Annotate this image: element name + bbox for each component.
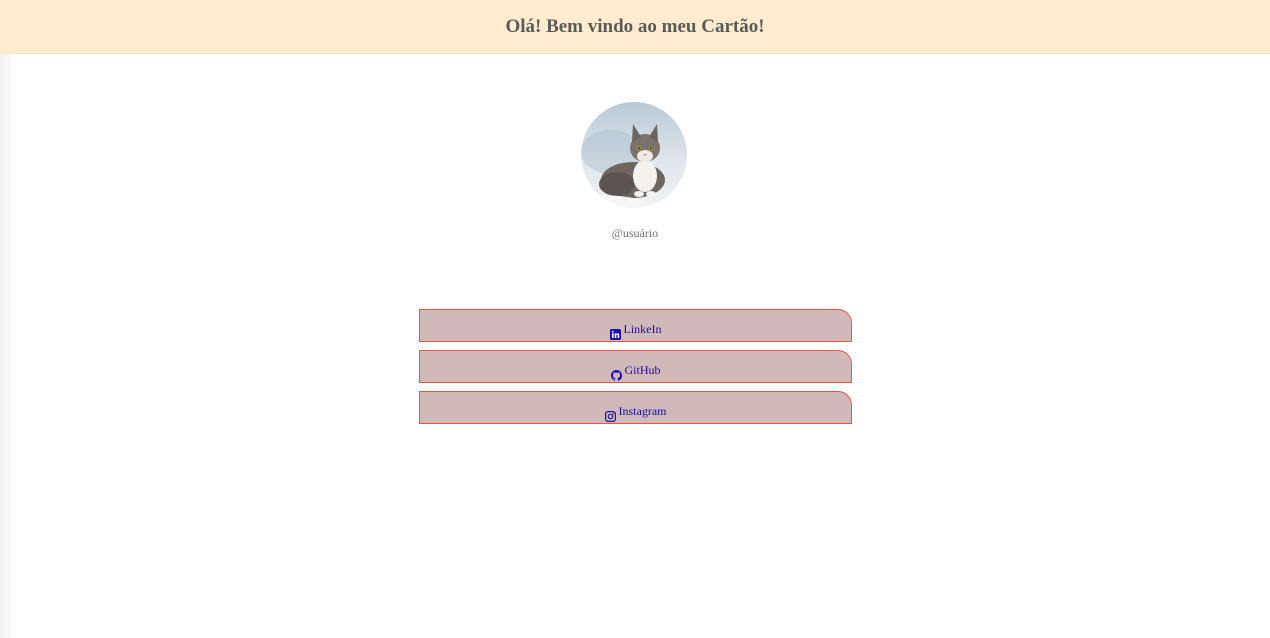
- cat-photo-icon: [581, 102, 687, 208]
- links-list: LinkeIn GitHub Instagram: [419, 309, 852, 424]
- page-title: Olá! Bem vindo ao meu Cartão!: [505, 15, 765, 37]
- avatar: [581, 102, 687, 208]
- github-icon: [610, 368, 622, 381]
- page-edge-shadow: [0, 0, 14, 638]
- username: @usuário: [611, 226, 659, 240]
- page-header: Olá! Bem vindo ao meu Cartão!: [0, 0, 1270, 54]
- instagram-button[interactable]: Instagram: [419, 391, 852, 424]
- instagram-label: Instagram: [618, 404, 667, 418]
- linkedin-icon: [609, 327, 621, 340]
- github-button[interactable]: GitHub: [419, 350, 852, 383]
- linkedin-label: LinkeIn: [623, 322, 662, 336]
- linkedin-button[interactable]: LinkeIn: [419, 309, 852, 342]
- instagram-icon: [604, 409, 616, 423]
- github-label: GitHub: [624, 363, 661, 377]
